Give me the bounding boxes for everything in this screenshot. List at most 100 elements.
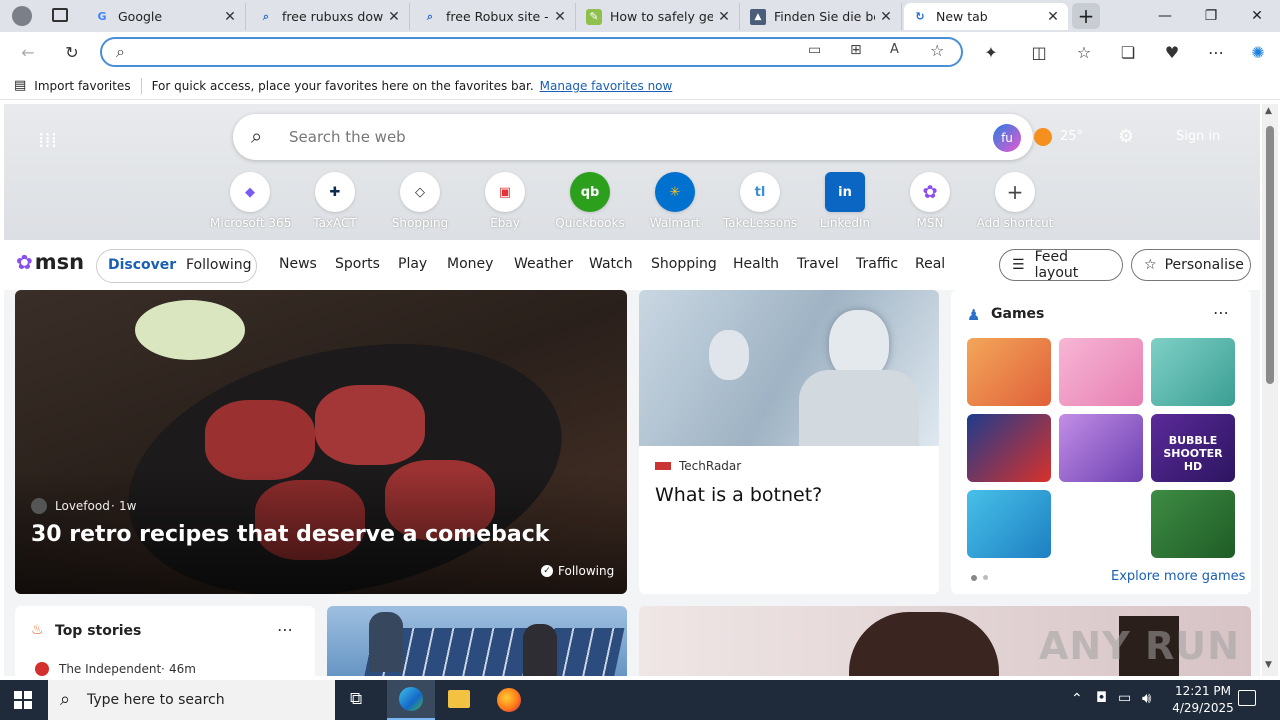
- scrollbar-thumb[interactable]: [1266, 126, 1274, 384]
- nav-play[interactable]: Play: [398, 256, 427, 272]
- vertical-tabs-icon[interactable]: [52, 8, 68, 22]
- msn-logo[interactable]: ✿ msn: [16, 250, 84, 274]
- nav-news[interactable]: News: [279, 256, 317, 272]
- games-more-icon[interactable]: ⋯: [1213, 303, 1229, 322]
- scroll-up-icon[interactable]: ▲: [1265, 106, 1272, 116]
- collections-icon[interactable]: ❏: [1114, 38, 1142, 66]
- file-explorer-icon[interactable]: [448, 690, 470, 708]
- following-badge[interactable]: ✓ Following: [541, 564, 614, 578]
- weather-temp[interactable]: 25°: [1060, 129, 1083, 144]
- game-tile-makeup[interactable]: [1059, 414, 1143, 482]
- shortcut-walmart[interactable]: ✳ Walmart: [635, 172, 715, 230]
- story2-title[interactable]: What is a botnet?: [655, 484, 822, 506]
- import-favorites-button[interactable]: Import favorites: [34, 79, 130, 93]
- more-menu-icon[interactable]: ⋯: [1202, 38, 1230, 66]
- tab-how-to[interactable]: ✎ How to safely get f ✕: [578, 3, 740, 30]
- carousel-dot[interactable]: [983, 575, 988, 580]
- close-tab-icon[interactable]: ✕: [553, 9, 567, 25]
- split-screen-icon[interactable]: ◫: [1025, 38, 1053, 66]
- nav-shopping[interactable]: Shopping: [651, 256, 717, 272]
- nav-travel[interactable]: Travel: [797, 256, 839, 272]
- manage-favorites-link[interactable]: Manage favorites now: [540, 79, 673, 93]
- shortcut-ebay[interactable]: ▣ Ebay: [465, 172, 545, 230]
- address-bar[interactable]: ⌕ ▭ ⊞ A ☆: [100, 37, 963, 67]
- copilot-search-icon[interactable]: fu: [993, 124, 1021, 152]
- shortcut-msn[interactable]: ✿ MSN: [890, 172, 970, 230]
- game-tile-princess[interactable]: [1059, 338, 1143, 406]
- nav-real-estate[interactable]: Real E: [915, 256, 951, 272]
- minimize-button[interactable]: —: [1142, 0, 1188, 32]
- windows-start-icon[interactable]: [14, 691, 32, 709]
- close-tab-icon[interactable]: ✕: [879, 9, 893, 25]
- tab-new-tab[interactable]: ↻ New tab ✕: [904, 3, 1068, 30]
- feed-layout-button[interactable]: ☰ Feed layout: [999, 249, 1123, 281]
- task-view-icon[interactable]: ⧉: [350, 689, 362, 709]
- hero-title[interactable]: 30 retro recipes that deserve a comeback: [31, 522, 549, 547]
- story-card-solar[interactable]: [327, 606, 627, 676]
- story2-source[interactable]: TechRadar: [679, 459, 741, 473]
- shortcut-quickbooks[interactable]: qb Quickbooks: [550, 172, 630, 230]
- game-tile-mahjong[interactable]: [1151, 490, 1235, 558]
- page-scrollbar[interactable]: ▲ ▼: [1262, 104, 1278, 676]
- refresh-button[interactable]: ↻: [58, 38, 86, 66]
- tab-search-1[interactable]: ⌕ free rubuxs downlo ✕: [250, 3, 410, 30]
- top-story-source[interactable]: The Independent: [59, 662, 161, 676]
- shortcut-shopping[interactable]: ◇ Shopping: [380, 172, 460, 230]
- game-tile-foot[interactable]: [967, 490, 1051, 558]
- chevron-up-icon[interactable]: ⌃: [1071, 691, 1083, 707]
- taskbar-edge-app[interactable]: [387, 680, 435, 720]
- shortcut-taxact[interactable]: ✚ TaxACT: [295, 172, 375, 230]
- read-aloud-icon[interactable]: A: [890, 42, 899, 57]
- notifications-icon[interactable]: [1238, 690, 1256, 706]
- tab-finden[interactable]: ▲ Finden Sie die best ✕: [742, 3, 902, 30]
- shortcut-microsoft-365[interactable]: ◆ Microsoft 365: [210, 172, 291, 230]
- story-card-botnet[interactable]: TechRadar What is a botnet?: [639, 290, 939, 594]
- firefox-icon[interactable]: [497, 688, 521, 712]
- device-icon[interactable]: ▭: [808, 42, 821, 58]
- carousel-dot-active[interactable]: [971, 575, 977, 581]
- tab-search-2[interactable]: ⌕ free Robux site - Se ✕: [414, 3, 576, 30]
- restore-button[interactable]: ❐: [1188, 0, 1234, 32]
- sign-in-button[interactable]: Sign in: [1176, 129, 1220, 144]
- extensions-icon[interactable]: ✦: [977, 38, 1005, 66]
- profile-avatar-icon[interactable]: [12, 6, 32, 26]
- favorites-icon[interactable]: ☆: [1070, 38, 1098, 66]
- address-input[interactable]: [138, 43, 798, 61]
- game-tile-family[interactable]: [967, 338, 1051, 406]
- nav-sports[interactable]: Sports: [335, 256, 380, 272]
- story-card-portrait[interactable]: ANY RUN: [639, 606, 1251, 676]
- network-icon[interactable]: ▭: [1118, 690, 1131, 706]
- explore-more-games-link[interactable]: Explore more games: [1111, 569, 1245, 584]
- hero-source[interactable]: Lovefood: [55, 499, 110, 513]
- taskbar-search-box[interactable]: ⌕ Type here to search: [48, 680, 335, 720]
- personalise-button[interactable]: ☆ Personalise: [1131, 249, 1251, 281]
- volume-icon[interactable]: 🔊︎: [1142, 689, 1151, 707]
- shortcut-add[interactable]: + Add shortcut: [975, 172, 1055, 230]
- shortcut-takelessons[interactable]: tl TakeLessons: [720, 172, 800, 230]
- nav-money[interactable]: Money: [447, 256, 493, 272]
- apps-icon[interactable]: ⊞: [850, 42, 862, 58]
- game-tile-hospital[interactable]: [1151, 338, 1235, 406]
- top-stories-title[interactable]: Top stories: [55, 623, 141, 639]
- copilot-icon[interactable]: ✺: [1244, 38, 1272, 66]
- scroll-down-icon[interactable]: ▼: [1265, 660, 1272, 670]
- nav-traffic[interactable]: Traffic: [856, 256, 898, 272]
- close-window-button[interactable]: ✕: [1234, 0, 1280, 32]
- tab-google[interactable]: G Google ✕: [86, 3, 246, 30]
- nav-health[interactable]: Health: [733, 256, 779, 272]
- settings-gear-icon[interactable]: ⚙: [1118, 126, 1134, 147]
- close-tab-icon[interactable]: ✕: [1046, 9, 1060, 25]
- tray-device-icon[interactable]: ◘: [1096, 690, 1107, 706]
- import-favorites-icon[interactable]: ▤: [14, 78, 26, 93]
- nav-weather[interactable]: Weather: [514, 256, 573, 272]
- tab-following[interactable]: Following: [186, 257, 252, 273]
- favorite-star-icon[interactable]: ☆: [930, 41, 944, 60]
- game-tile-bubble[interactable]: BUBBLE SHOOTER HD: [1151, 414, 1235, 482]
- top-stories-more-icon[interactable]: ⋯: [277, 620, 293, 639]
- shortcut-linkedin[interactable]: in LinkedIn: [805, 172, 885, 230]
- clock-date[interactable]: 4/29/2025: [1165, 701, 1241, 715]
- app-launcher-icon[interactable]: ⁞⁞⁞: [38, 128, 57, 152]
- games-title[interactable]: Games: [991, 306, 1044, 322]
- hero-story-card[interactable]: Lovefood · 1w 30 retro recipes that dese…: [15, 290, 627, 594]
- back-button[interactable]: ←: [14, 38, 42, 66]
